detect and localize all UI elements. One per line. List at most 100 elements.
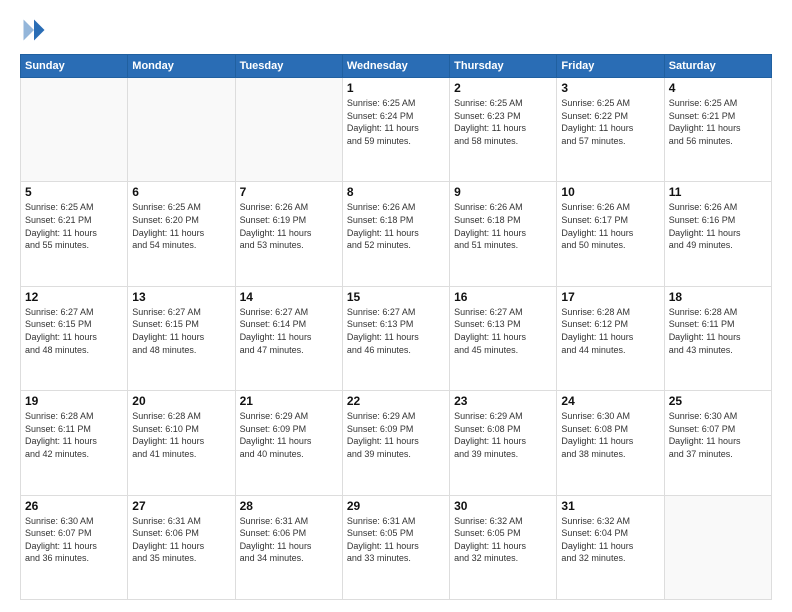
day-number: 17 xyxy=(561,290,659,304)
day-number: 20 xyxy=(132,394,230,408)
day-info: Sunrise: 6:26 AM Sunset: 6:18 PM Dayligh… xyxy=(454,201,552,251)
day-info: Sunrise: 6:26 AM Sunset: 6:18 PM Dayligh… xyxy=(347,201,445,251)
day-info: Sunrise: 6:26 AM Sunset: 6:19 PM Dayligh… xyxy=(240,201,338,251)
day-info: Sunrise: 6:30 AM Sunset: 6:08 PM Dayligh… xyxy=(561,410,659,460)
day-info: Sunrise: 6:27 AM Sunset: 6:14 PM Dayligh… xyxy=(240,306,338,356)
calendar-cell: 10 Sunrise: 6:26 AM Sunset: 6:17 PM Dayli… xyxy=(557,182,664,286)
calendar-cell: 30Sunrise: 6:32 AM Sunset: 6:05 PM Dayli… xyxy=(450,495,557,599)
day-number: 2 xyxy=(454,81,552,95)
calendar-cell xyxy=(664,495,771,599)
day-number: 12 xyxy=(25,290,123,304)
day-number: 24 xyxy=(561,394,659,408)
calendar-dow-friday: Friday xyxy=(557,55,664,78)
day-number: 6 xyxy=(132,185,230,199)
calendar-cell: 3Sunrise: 6:25 AM Sunset: 6:22 PM Daylig… xyxy=(557,78,664,182)
day-number: 19 xyxy=(25,394,123,408)
day-number: 9 xyxy=(454,185,552,199)
calendar-cell: 12 Sunrise: 6:27 AM Sunset: 6:15 PM Dayli… xyxy=(21,286,128,390)
calendar-dow-sunday: Sunday xyxy=(21,55,128,78)
calendar-cell xyxy=(128,78,235,182)
calendar-cell: 17 Sunrise: 6:28 AM Sunset: 6:12 PM Dayli… xyxy=(557,286,664,390)
day-info: Sunrise: 6:28 AM Sunset: 6:10 PM Dayligh… xyxy=(132,410,230,460)
calendar-cell: 5 Sunrise: 6:25 AM Sunset: 6:21 PM Daylig… xyxy=(21,182,128,286)
calendar-cell: 6 Sunrise: 6:25 AM Sunset: 6:20 PM Daylig… xyxy=(128,182,235,286)
calendar-cell: 27Sunrise: 6:31 AM Sunset: 6:06 PM Dayli… xyxy=(128,495,235,599)
day-info: Sunrise: 6:28 AM Sunset: 6:11 PM Dayligh… xyxy=(669,306,767,356)
calendar-header-row: SundayMondayTuesdayWednesdayThursdayFrid… xyxy=(21,55,772,78)
calendar-cell: 24 Sunrise: 6:30 AM Sunset: 6:08 PM Dayli… xyxy=(557,391,664,495)
day-info: Sunrise: 6:28 AM Sunset: 6:12 PM Dayligh… xyxy=(561,306,659,356)
calendar-dow-tuesday: Tuesday xyxy=(235,55,342,78)
day-number: 14 xyxy=(240,290,338,304)
calendar-cell: 2 Sunrise: 6:25 AM Sunset: 6:23 PM Daylig… xyxy=(450,78,557,182)
calendar-cell: 29 Sunrise: 6:31 AM Sunset: 6:05 PM Dayli… xyxy=(342,495,449,599)
day-info: Sunrise: 6:30 AM Sunset: 6:07 PM Dayligh… xyxy=(25,515,123,565)
day-number: 5 xyxy=(25,185,123,199)
day-info: Sunrise: 6:31 AM Sunset: 6:06 PM Dayligh… xyxy=(132,515,230,565)
day-number: 10 xyxy=(561,185,659,199)
day-number: 22 xyxy=(347,394,445,408)
day-info: Sunrise: 6:27 AM Sunset: 6:13 PM Dayligh… xyxy=(454,306,552,356)
calendar-cell: 28 Sunrise: 6:31 AM Sunset: 6:06 PM Dayli… xyxy=(235,495,342,599)
calendar-dow-saturday: Saturday xyxy=(664,55,771,78)
day-number: 28 xyxy=(240,499,338,513)
calendar-week-3: 19 Sunrise: 6:28 AM Sunset: 6:11 PM Dayli… xyxy=(21,391,772,495)
day-info: Sunrise: 6:25 AM Sunset: 6:24 PM Dayligh… xyxy=(347,97,445,147)
calendar-table: SundayMondayTuesdayWednesdayThursdayFrid… xyxy=(20,54,772,600)
day-number: 8 xyxy=(347,185,445,199)
day-info: Sunrise: 6:25 AM Sunset: 6:21 PM Dayligh… xyxy=(669,97,767,147)
day-number: 16 xyxy=(454,290,552,304)
day-info: Sunrise: 6:25 AM Sunset: 6:23 PM Dayligh… xyxy=(454,97,552,147)
calendar-cell: 16 Sunrise: 6:27 AM Sunset: 6:13 PM Dayli… xyxy=(450,286,557,390)
calendar-week-1: 5 Sunrise: 6:25 AM Sunset: 6:21 PM Daylig… xyxy=(21,182,772,286)
calendar-cell: 20 Sunrise: 6:28 AM Sunset: 6:10 PM Dayli… xyxy=(128,391,235,495)
header xyxy=(20,16,772,44)
calendar-cell: 23 Sunrise: 6:29 AM Sunset: 6:08 PM Dayli… xyxy=(450,391,557,495)
day-info: Sunrise: 6:25 AM Sunset: 6:21 PM Dayligh… xyxy=(25,201,123,251)
calendar-cell: 21Sunrise: 6:29 AM Sunset: 6:09 PM Dayli… xyxy=(235,391,342,495)
calendar-cell: 22 Sunrise: 6:29 AM Sunset: 6:09 PM Dayli… xyxy=(342,391,449,495)
calendar-dow-monday: Monday xyxy=(128,55,235,78)
calendar-week-2: 12 Sunrise: 6:27 AM Sunset: 6:15 PM Dayli… xyxy=(21,286,772,390)
calendar-cell: 26 Sunrise: 6:30 AM Sunset: 6:07 PM Dayli… xyxy=(21,495,128,599)
logo-icon xyxy=(20,16,48,44)
calendar-dow-thursday: Thursday xyxy=(450,55,557,78)
day-info: Sunrise: 6:27 AM Sunset: 6:13 PM Dayligh… xyxy=(347,306,445,356)
calendar-cell: 14 Sunrise: 6:27 AM Sunset: 6:14 PM Dayli… xyxy=(235,286,342,390)
day-info: Sunrise: 6:25 AM Sunset: 6:22 PM Dayligh… xyxy=(561,97,659,147)
calendar-cell: 11 Sunrise: 6:26 AM Sunset: 6:16 PM Dayli… xyxy=(664,182,771,286)
day-number: 4 xyxy=(669,81,767,95)
day-number: 1 xyxy=(347,81,445,95)
day-number: 11 xyxy=(669,185,767,199)
calendar-week-0: 1 Sunrise: 6:25 AM Sunset: 6:24 PM Daylig… xyxy=(21,78,772,182)
day-info: Sunrise: 6:30 AM Sunset: 6:07 PM Dayligh… xyxy=(669,410,767,460)
day-info: Sunrise: 6:29 AM Sunset: 6:09 PM Dayligh… xyxy=(347,410,445,460)
day-number: 26 xyxy=(25,499,123,513)
day-info: Sunrise: 6:29 AM Sunset: 6:08 PM Dayligh… xyxy=(454,410,552,460)
day-info: Sunrise: 6:31 AM Sunset: 6:06 PM Dayligh… xyxy=(240,515,338,565)
day-number: 29 xyxy=(347,499,445,513)
calendar-cell: 4 Sunrise: 6:25 AM Sunset: 6:21 PM Daylig… xyxy=(664,78,771,182)
day-number: 15 xyxy=(347,290,445,304)
calendar-cell: 8 Sunrise: 6:26 AM Sunset: 6:18 PM Daylig… xyxy=(342,182,449,286)
day-info: Sunrise: 6:26 AM Sunset: 6:17 PM Dayligh… xyxy=(561,201,659,251)
calendar-dow-wednesday: Wednesday xyxy=(342,55,449,78)
day-info: Sunrise: 6:25 AM Sunset: 6:20 PM Dayligh… xyxy=(132,201,230,251)
calendar-cell: 1 Sunrise: 6:25 AM Sunset: 6:24 PM Daylig… xyxy=(342,78,449,182)
day-info: Sunrise: 6:31 AM Sunset: 6:05 PM Dayligh… xyxy=(347,515,445,565)
day-number: 7 xyxy=(240,185,338,199)
day-info: Sunrise: 6:26 AM Sunset: 6:16 PM Dayligh… xyxy=(669,201,767,251)
day-number: 21 xyxy=(240,394,338,408)
calendar-week-4: 26 Sunrise: 6:30 AM Sunset: 6:07 PM Dayli… xyxy=(21,495,772,599)
calendar-cell xyxy=(235,78,342,182)
day-number: 25 xyxy=(669,394,767,408)
day-info: Sunrise: 6:27 AM Sunset: 6:15 PM Dayligh… xyxy=(25,306,123,356)
day-info: Sunrise: 6:32 AM Sunset: 6:05 PM Dayligh… xyxy=(454,515,552,565)
calendar-cell: 15 Sunrise: 6:27 AM Sunset: 6:13 PM Dayli… xyxy=(342,286,449,390)
day-number: 23 xyxy=(454,394,552,408)
day-info: Sunrise: 6:28 AM Sunset: 6:11 PM Dayligh… xyxy=(25,410,123,460)
day-number: 18 xyxy=(669,290,767,304)
day-number: 13 xyxy=(132,290,230,304)
day-info: Sunrise: 6:32 AM Sunset: 6:04 PM Dayligh… xyxy=(561,515,659,565)
calendar-cell: 9 Sunrise: 6:26 AM Sunset: 6:18 PM Daylig… xyxy=(450,182,557,286)
